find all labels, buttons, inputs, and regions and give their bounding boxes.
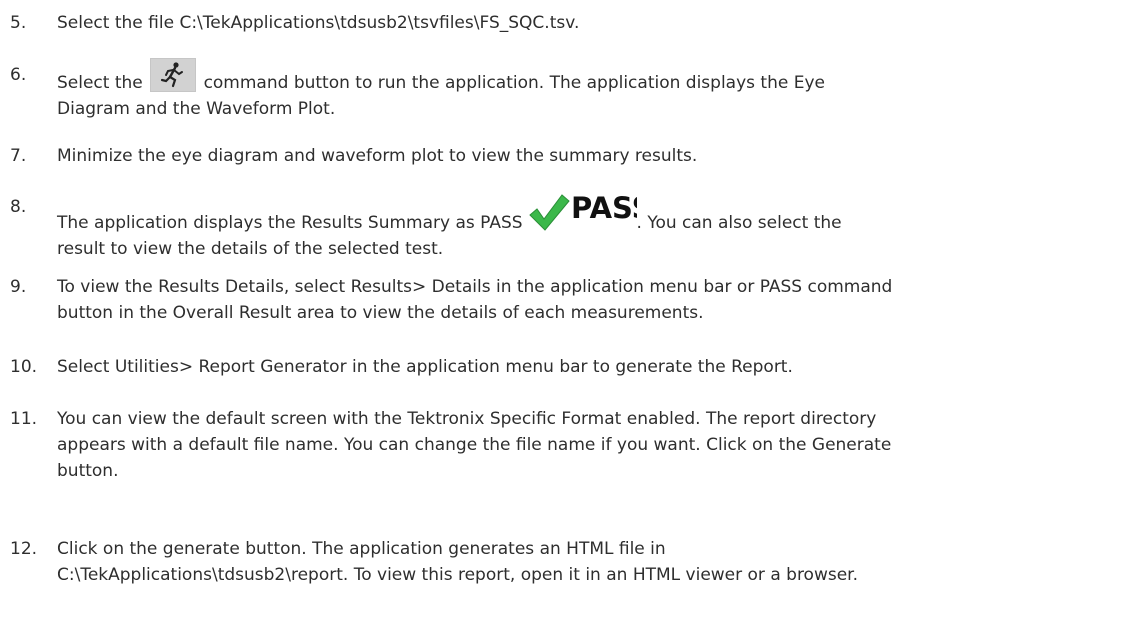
step-line: Select Utilities> Report Generator in th… [57,357,793,377]
pass-badge-text: PASS [571,192,637,225]
pass-badge-icon: PASS [527,191,652,234]
step-line: button. [57,461,119,481]
step-text-after-icon: command button to run the application. T… [203,73,825,93]
step-text: To view the Results Details, select Resu… [57,274,1107,326]
step-text: The application displays the Results Sum… [57,191,1107,262]
step-line: The application displays the Results Sum… [57,191,1107,236]
step-number: 10. [10,357,38,377]
step-line: button in the Overall Result area to vie… [57,303,704,323]
step-line: You can view the default screen with the… [57,409,877,429]
step-line: To view the Results Details, select Resu… [57,277,893,297]
step-text-before-badge: The application displays the Results Sum… [57,213,523,233]
step-number: 9. [10,277,27,297]
step-line: Minimize the eye diagram and waveform pl… [57,146,698,166]
step-line: result to view the details of the select… [57,239,444,259]
step-text: Select the file C:\TekApplications\tdsus… [57,10,1107,36]
step-line: Select the file C:\TekApplications\tdsus… [57,13,580,33]
step-line: appears with a default file name. You ca… [57,435,892,455]
step-number: 7. [10,146,27,166]
step-line: Select the command button to run the app… [57,58,1107,96]
run-icon [150,58,197,92]
step-text: Select Utilities> Report Generator in th… [57,354,1107,380]
step-number: 12. [10,539,38,559]
step-number: 11. [10,409,38,429]
checkmark-icon [528,194,570,231]
step-line: Diagram and the Waveform Plot. [57,99,336,119]
step-text-after-badge: . You can also select the [636,213,842,233]
step-text: Minimize the eye diagram and waveform pl… [57,143,1107,169]
step-line: C:\TekApplications\tdsusb2\report. To vi… [57,565,859,585]
step-text: Click on the generate button. The applic… [57,536,1107,588]
step-text: You can view the default screen with the… [57,406,1107,484]
step-text: Select the command button to run the app… [57,58,1107,122]
step-number: 6. [10,65,27,85]
step-text-before-icon: Select the [57,73,143,93]
step-number: 5. [10,13,27,33]
step-line: Click on the generate button. The applic… [57,539,666,559]
step-number: 8. [10,197,27,217]
